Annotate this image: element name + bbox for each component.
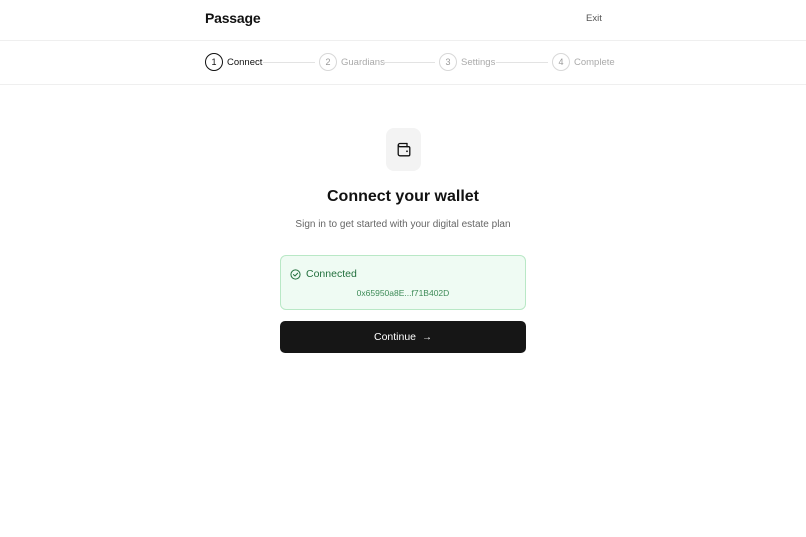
step-settings: 3 Settings (439, 52, 495, 72)
page-subtitle: Sign in to get started with your digital… (295, 219, 511, 230)
connected-label: Connected (306, 268, 357, 280)
connected-status-row: Connected (290, 268, 357, 280)
step-connect: 1 Connect (205, 52, 262, 72)
step-connector (496, 62, 548, 63)
step-number: 1 (205, 53, 223, 71)
step-label: Settings (461, 56, 496, 68)
step-number: 2 (319, 53, 337, 71)
step-number: 3 (439, 53, 457, 71)
arrow-right-icon: → (422, 331, 433, 343)
step-label: Connect (227, 56, 263, 68)
progress-stepper: 1 Connect 2 Guardians 3 Settings 4 Compl… (0, 41, 806, 85)
wallet-icon (397, 142, 410, 157)
continue-label: Continue (373, 331, 417, 343)
check-circle-icon (290, 268, 301, 280)
step-number: 4 (552, 53, 570, 71)
app-brand: Passage (205, 10, 261, 26)
step-label: Guardians (341, 56, 385, 68)
step-guardians: 2 Guardians (319, 52, 385, 72)
step-connector (263, 62, 315, 63)
exit-link[interactable]: Exit (586, 13, 602, 24)
connected-status-card: Connected 0x65950a8E...f71B402D (280, 255, 526, 310)
step-label: Complete (574, 56, 615, 68)
top-header: Passage Exit (0, 0, 806, 41)
step-connector (383, 62, 435, 63)
wallet-icon-container (386, 128, 421, 171)
continue-button[interactable]: Continue → (280, 321, 526, 353)
page-title: Connect your wallet (326, 188, 480, 205)
wallet-address: 0x65950a8E...f71B402D (356, 288, 450, 298)
step-complete: 4 Complete (552, 52, 615, 72)
